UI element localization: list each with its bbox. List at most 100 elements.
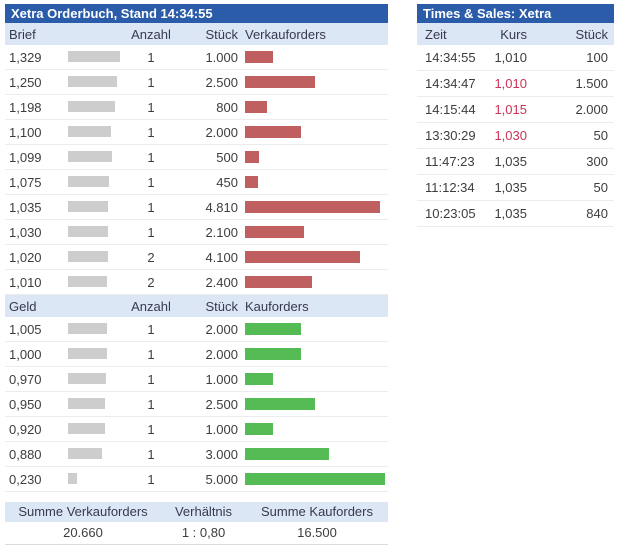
bid-count: 1 bbox=[147, 446, 155, 462]
bid-volume-bar bbox=[245, 323, 301, 335]
ask-bar-cell bbox=[238, 276, 388, 288]
trade-time: 14:15:44 bbox=[425, 102, 476, 117]
bid-bar-cell bbox=[238, 473, 388, 485]
masked-participant-cell bbox=[65, 75, 129, 90]
ask-row: 1,010 2 2.400 bbox=[5, 270, 388, 295]
masked-participant-cell bbox=[65, 322, 129, 337]
trade-time: 11:12:34 bbox=[425, 180, 475, 195]
ask-price: 1,035 bbox=[9, 199, 42, 215]
trade-price: 1,035 bbox=[494, 180, 527, 195]
ask-price: 1,100 bbox=[9, 124, 42, 140]
bid-bar-cell bbox=[238, 323, 388, 335]
trade-size: 2.000 bbox=[575, 102, 608, 117]
trade-time: 14:34:47 bbox=[425, 76, 476, 91]
ask-row: 1,100 1 2.000 bbox=[5, 120, 388, 145]
summary-sell-value: 20.660 bbox=[63, 525, 103, 540]
ask-price: 1,075 bbox=[9, 174, 42, 190]
ask-column-header: Brief Anzahl Stück Verkauforders bbox=[5, 23, 388, 45]
bid-row: 0,920 1 1.000 bbox=[5, 417, 388, 442]
ask-volume-bar bbox=[245, 176, 258, 188]
bid-size: 2.500 bbox=[205, 396, 238, 412]
ask-row: 1,329 1 1.000 bbox=[5, 45, 388, 70]
ask-count: 2 bbox=[147, 249, 155, 265]
ask-header-count: Anzahl bbox=[131, 26, 171, 42]
bid-bar-cell bbox=[238, 373, 388, 385]
masked-participant bbox=[68, 125, 111, 137]
bid-count: 1 bbox=[147, 471, 155, 487]
ask-row: 1,099 1 500 bbox=[5, 145, 388, 170]
ask-bar-cell bbox=[238, 126, 388, 138]
trade-row: 14:15:44 1,015 2.000 bbox=[417, 97, 614, 123]
bid-header-count: Anzahl bbox=[131, 298, 171, 314]
ask-header-price: Brief bbox=[9, 26, 36, 42]
bid-volume-bar bbox=[245, 423, 273, 435]
bid-count: 1 bbox=[147, 321, 155, 337]
ask-volume-bar bbox=[245, 126, 301, 138]
masked-participant bbox=[68, 50, 120, 62]
trade-time: 13:30:29 bbox=[425, 128, 476, 143]
bid-row: 0,880 1 3.000 bbox=[5, 442, 388, 467]
ask-volume-bar bbox=[245, 151, 259, 163]
trade-price: 1,010 bbox=[494, 50, 527, 65]
masked-participant-cell bbox=[65, 447, 129, 462]
masked-participant bbox=[68, 397, 105, 409]
bid-price: 0,880 bbox=[9, 446, 42, 462]
ts-header-price: Kurs bbox=[500, 26, 527, 42]
bid-price: 1,005 bbox=[9, 321, 42, 337]
trade-time: 10:23:05 bbox=[425, 206, 476, 221]
ask-size: 1.000 bbox=[205, 49, 238, 65]
ask-count: 1 bbox=[147, 199, 155, 215]
ask-price: 1,020 bbox=[9, 249, 42, 265]
ask-price: 1,099 bbox=[9, 149, 42, 165]
trade-row: 14:34:55 1,010 100 bbox=[417, 45, 614, 71]
masked-participant-cell bbox=[65, 422, 129, 437]
bid-size: 2.000 bbox=[205, 346, 238, 362]
bid-header-size: Stück bbox=[205, 298, 238, 314]
summary-ratio-value: 1 : 0,80 bbox=[181, 525, 226, 540]
bid-column-header: Geld Anzahl Stück Kauforders bbox=[5, 295, 388, 317]
ask-bar-cell bbox=[238, 151, 388, 163]
ask-size: 4.100 bbox=[205, 249, 238, 265]
ask-bar-cell bbox=[238, 251, 388, 263]
ask-row: 1,198 1 800 bbox=[5, 95, 388, 120]
bid-volume-bar bbox=[245, 398, 315, 410]
masked-participant-cell bbox=[65, 100, 129, 115]
ask-count: 1 bbox=[147, 99, 155, 115]
ask-volume-bar bbox=[245, 201, 380, 213]
ask-size: 500 bbox=[216, 149, 238, 165]
ask-count: 1 bbox=[147, 74, 155, 90]
masked-participant-cell bbox=[65, 275, 129, 290]
masked-participant bbox=[68, 322, 107, 334]
masked-participant bbox=[68, 347, 107, 359]
masked-participant bbox=[68, 75, 117, 87]
trade-size: 840 bbox=[586, 206, 608, 221]
masked-participant bbox=[68, 250, 108, 262]
masked-participant bbox=[68, 372, 106, 384]
trade-price: 1,030 bbox=[494, 128, 527, 143]
trade-row: 14:34:47 1,010 1.500 bbox=[417, 71, 614, 97]
masked-participant-cell bbox=[65, 175, 129, 190]
masked-participant-cell bbox=[65, 200, 129, 215]
summary-sell-label: Summe Verkauforders bbox=[18, 504, 148, 519]
ask-volume-bar bbox=[245, 226, 304, 238]
bid-price: 0,950 bbox=[9, 396, 42, 412]
masked-participant-cell bbox=[65, 472, 129, 487]
ask-bar-cell bbox=[238, 201, 388, 213]
masked-participant bbox=[68, 447, 102, 459]
bid-header-orders: Kauforders bbox=[245, 298, 309, 314]
ask-bar-cell bbox=[238, 176, 388, 188]
bid-price: 1,000 bbox=[9, 346, 42, 362]
ask-size: 4.810 bbox=[205, 199, 238, 215]
ask-price: 1,250 bbox=[9, 74, 42, 90]
ask-bar-cell bbox=[238, 51, 388, 63]
bid-bar-cell bbox=[238, 398, 388, 410]
ask-header-orders: Verkauforders bbox=[245, 26, 326, 42]
bid-bar-cell bbox=[238, 423, 388, 435]
bid-row: 1,000 1 2.000 bbox=[5, 342, 388, 367]
ask-volume-bar bbox=[245, 76, 315, 88]
masked-participant-cell bbox=[65, 250, 129, 265]
masked-participant-cell bbox=[65, 50, 129, 65]
times-sales-title: Times & Sales: Xetra bbox=[417, 4, 614, 23]
masked-participant bbox=[68, 175, 109, 187]
summary-header: Summe Verkauforders Verhältnis Summe Kau… bbox=[5, 502, 388, 522]
